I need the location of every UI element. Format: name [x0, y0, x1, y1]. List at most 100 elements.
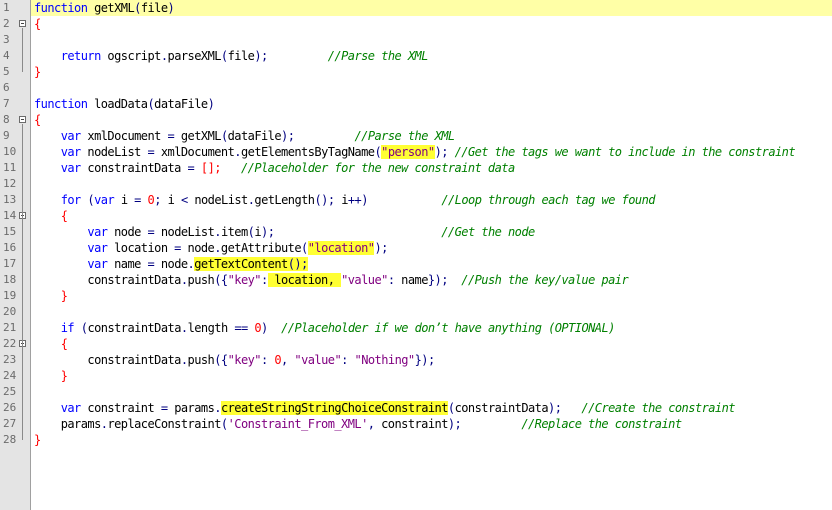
code-line[interactable]: constraintData.push({"key": location, "v…: [31, 272, 832, 288]
code-area[interactable]: function getXML(file){ return ogscript.p…: [31, 0, 832, 510]
code-line[interactable]: [31, 176, 832, 192]
fold-guide-line: [22, 220, 23, 296]
code-line[interactable]: var location = node.getAttribute("locati…: [31, 240, 832, 256]
code-line-text: var name = node.getTextContent();: [34, 256, 308, 272]
code-token: constraintData: [454, 401, 549, 415]
line-number: 15: [3, 225, 17, 238]
code-line-text: {: [34, 112, 41, 128]
code-token: {: [34, 113, 41, 127]
code-token: });: [414, 353, 436, 367]
code-token: }: [34, 433, 41, 447]
code-line[interactable]: function getXML(file): [31, 0, 832, 16]
code-token: );: [548, 401, 562, 415]
code-token: name: [394, 273, 428, 287]
code-token: {: [34, 337, 68, 351]
line-number: 26: [3, 401, 17, 414]
code-line[interactable]: function loadData(dataFile): [31, 96, 832, 112]
code-token: .: [160, 49, 168, 63]
fold-collapse-icon[interactable]: [19, 116, 26, 123]
line-number: 10: [3, 145, 17, 158]
code-line-text: var constraint = params.createStringStri…: [34, 400, 736, 416]
code-token: :: [341, 353, 348, 367]
code-token: ++): [347, 193, 369, 207]
code-token: constraintData: [34, 273, 181, 287]
code-line[interactable]: var node = nodeList.item(i); //Get the n…: [31, 224, 832, 240]
code-token: constraint: [374, 417, 448, 431]
code-token: //Parse the XML: [327, 49, 429, 63]
code-line[interactable]: var constraint = params.createStringStri…: [31, 400, 832, 416]
code-line-text: return ogscript.parseXML(file); //Parse …: [34, 48, 429, 64]
code-token: dataFile: [227, 129, 282, 143]
line-number: 7: [3, 97, 10, 110]
code-line-text: var xmlDocument = getXML(dataFile); //Pa…: [34, 128, 455, 144]
code-token: =: [134, 193, 141, 207]
code-token: var: [34, 145, 82, 159]
code-token: //Get the node: [441, 225, 535, 239]
code-line[interactable]: var xmlDocument = getXML(dataFile); //Pa…: [31, 128, 832, 144]
code-line[interactable]: [31, 32, 832, 48]
code-token: .: [214, 401, 221, 415]
code-line[interactable]: }: [31, 432, 832, 448]
code-line[interactable]: var constraintData = []; //Placeholder f…: [31, 160, 832, 176]
code-line[interactable]: var nodeList = xmlDocument.getElementsBy…: [31, 144, 832, 160]
code-line[interactable]: return ogscript.parseXML(file); //Parse …: [31, 48, 832, 64]
code-line[interactable]: [31, 384, 832, 400]
code-line-text: function getXML(file): [34, 0, 175, 16]
code-token: .: [214, 241, 221, 255]
code-token: for: [34, 193, 82, 207]
fold-collapse-icon[interactable]: [19, 20, 26, 27]
code-line[interactable]: [31, 304, 832, 320]
code-token: );: [447, 417, 462, 431]
code-line[interactable]: {: [31, 208, 832, 224]
line-number: 25: [3, 385, 17, 398]
code-token: nodeList: [154, 225, 215, 239]
code-line-text: {: [34, 208, 68, 224]
code-token: node: [180, 241, 215, 255]
code-token: nodeList: [80, 145, 148, 159]
code-token: var: [34, 257, 108, 271]
fold-guide-line: [22, 348, 23, 376]
code-token: {: [34, 17, 41, 31]
code-line[interactable]: }: [31, 288, 832, 304]
code-token: i: [160, 193, 181, 207]
code-token: ): [261, 321, 268, 335]
code-token: loadData: [87, 97, 148, 111]
code-line[interactable]: constraintData.push({"key": 0, "value": …: [31, 352, 832, 368]
highlighted-token: "location": [307, 241, 375, 255]
line-number: 22: [3, 337, 17, 350]
line-number: 4: [3, 49, 10, 62]
code-line[interactable]: {: [31, 336, 832, 352]
code-line[interactable]: params.replaceConstraint('Constraint_Fro…: [31, 416, 832, 432]
code-token: "value": [341, 273, 388, 287]
code-line[interactable]: {: [31, 16, 832, 32]
code-line[interactable]: [31, 80, 832, 96]
code-line[interactable]: var name = node.getTextContent();: [31, 256, 832, 272]
code-line[interactable]: for (var i = 0; i < nodeList.getLength()…: [31, 192, 832, 208]
code-token: function: [34, 1, 88, 15]
code-line[interactable]: if (constraintData.length == 0) //Placeh…: [31, 320, 832, 336]
code-token: 'Constraint_From_XML': [227, 417, 369, 431]
code-token: node: [154, 257, 188, 271]
code-line[interactable]: }: [31, 64, 832, 80]
code-token: .: [234, 145, 241, 159]
code-line[interactable]: {: [31, 112, 832, 128]
code-token: ({: [214, 273, 228, 287]
code-editor[interactable]: 1 2 3 4 5 6 7 8 9 10 11 12 13 14 15 16 17 18 19 20 21 22 23 24 2…: [0, 0, 832, 510]
line-number: 11: [3, 161, 17, 174]
code-token: var: [34, 401, 82, 415]
code-token: var: [34, 225, 108, 239]
code-token: }: [34, 65, 41, 79]
code-token: .: [180, 273, 188, 287]
code-token: name: [107, 257, 148, 271]
code-line[interactable]: }: [31, 368, 832, 384]
line-number: 12: [3, 177, 17, 190]
code-token: var: [34, 129, 82, 143]
